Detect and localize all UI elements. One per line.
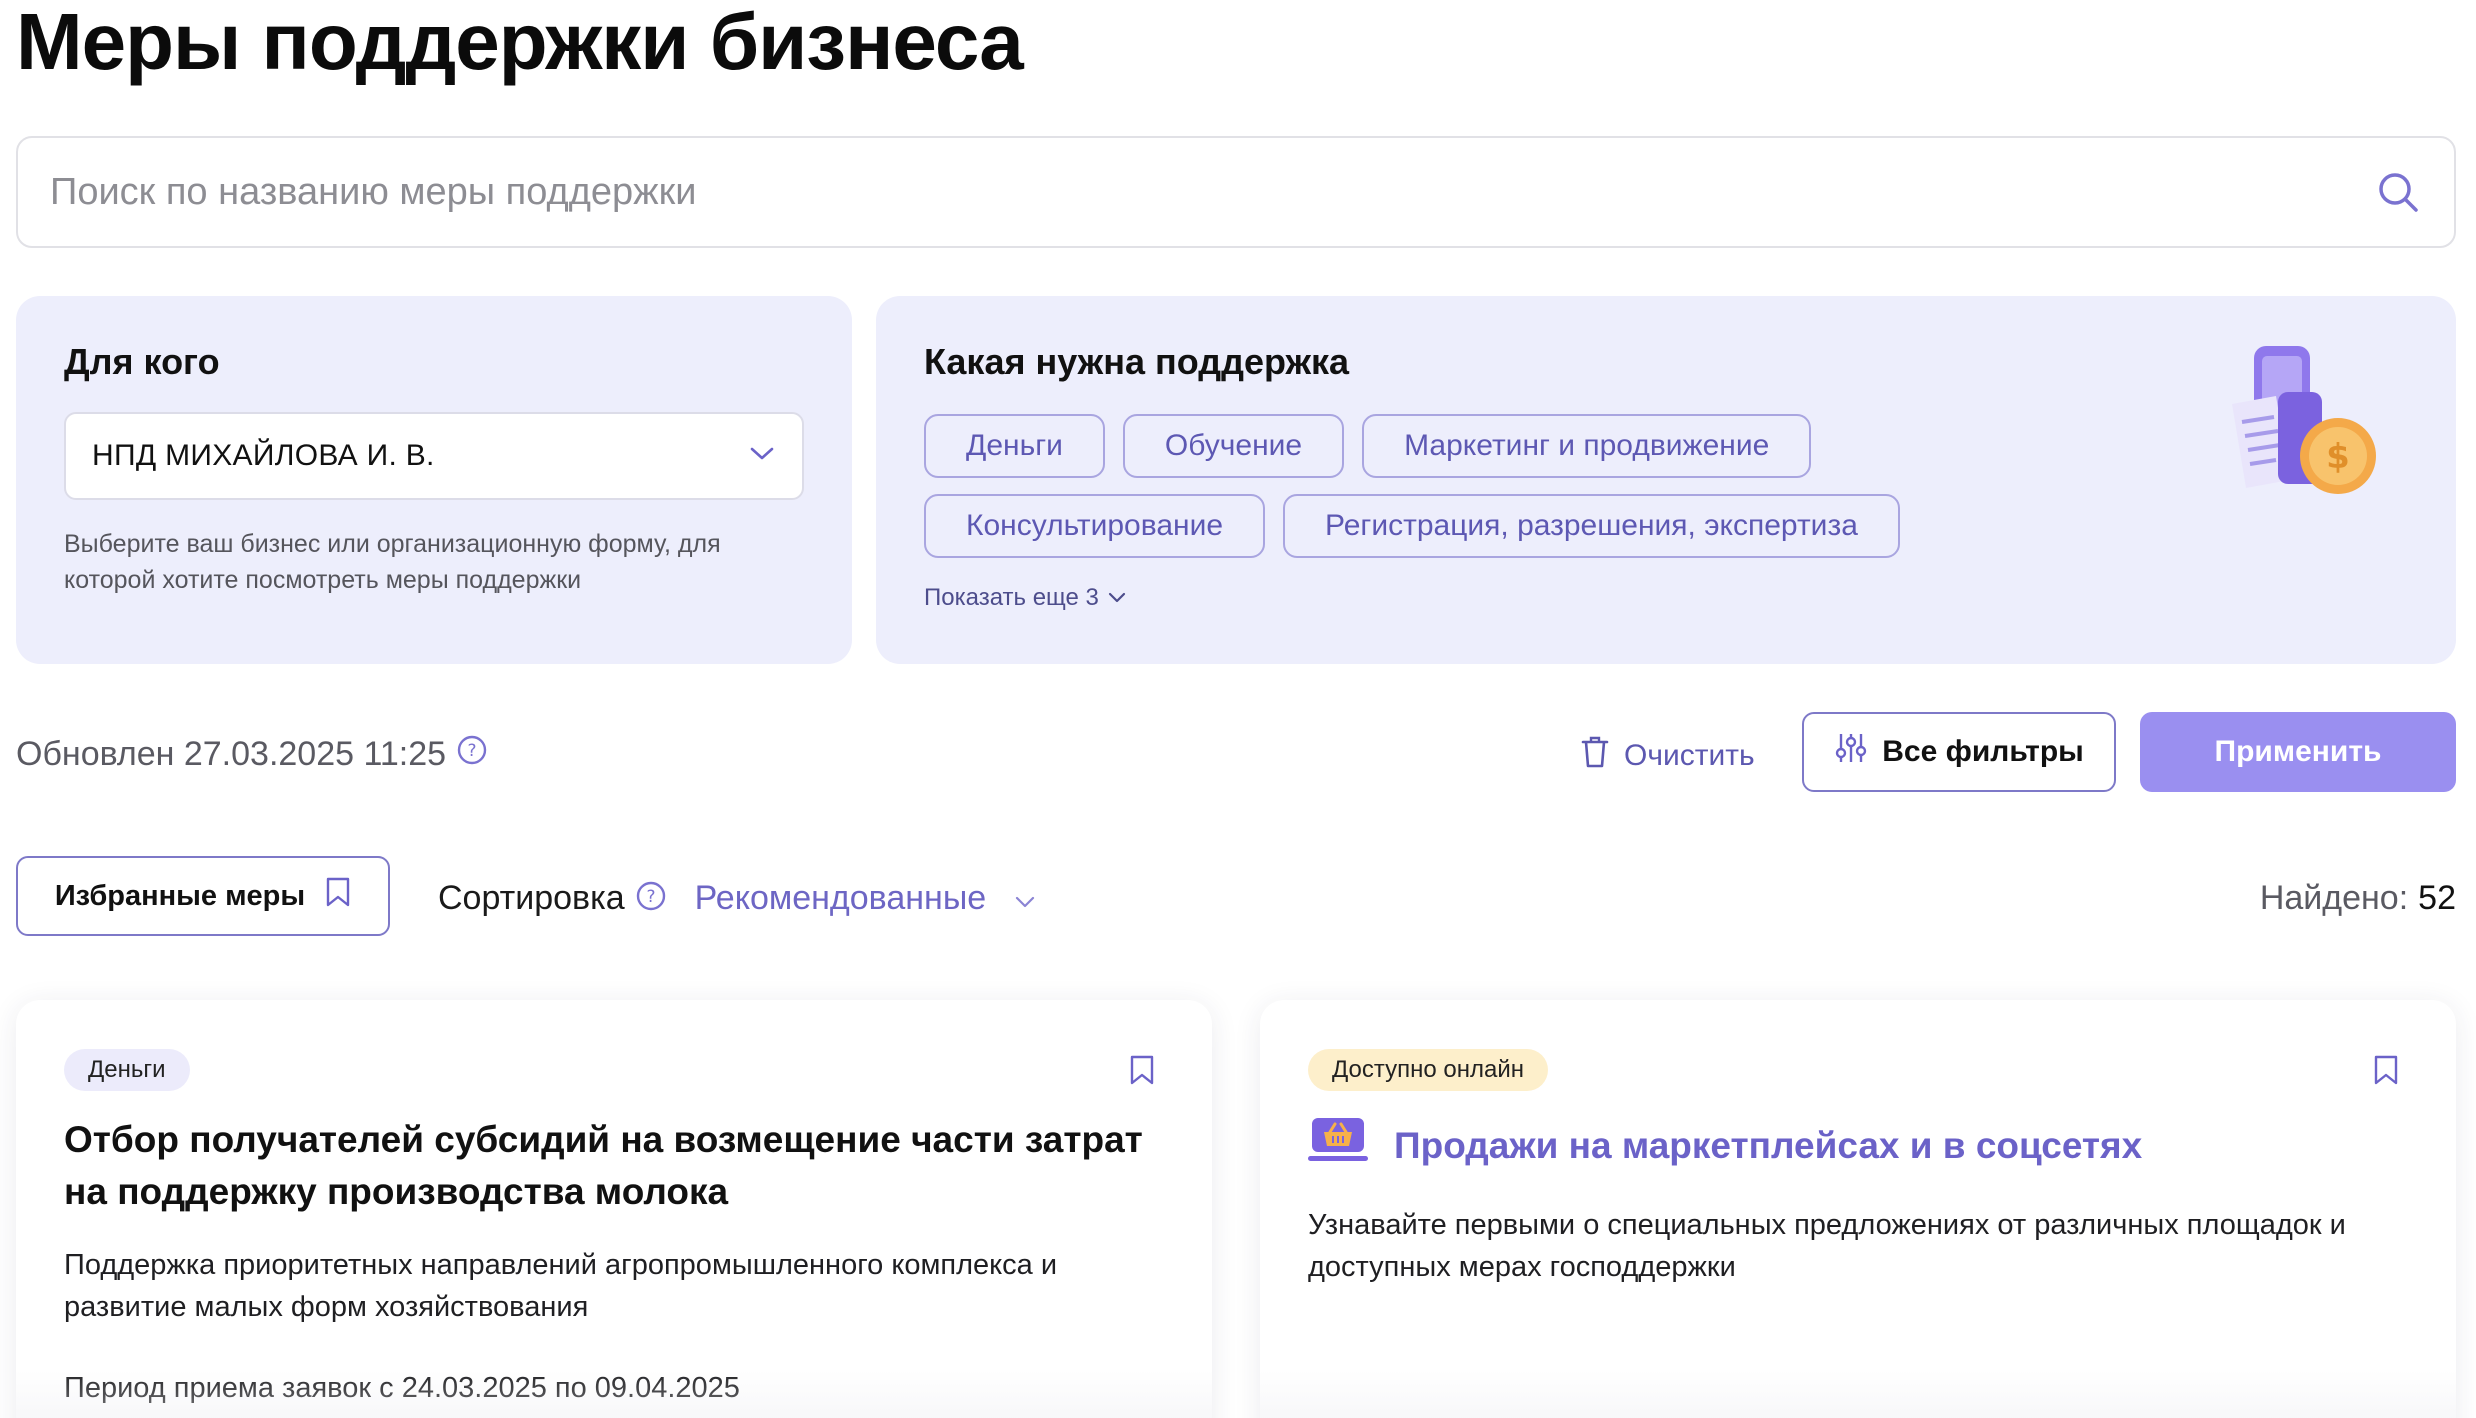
support-card[interactable]: Деньги Отбор получателей субсидий на воз… (16, 1000, 1212, 1418)
updated-timestamp: Обновлен 27.03.2025 11:25 ? (16, 734, 488, 775)
business-select[interactable]: НПД МИХАЙЛОВА И. В. (64, 412, 804, 500)
chip-education[interactable]: Обучение (1122, 414, 1345, 478)
support-card[interactable]: Доступно онлайн Продажи на маркетплейсах… (1260, 1000, 2456, 1418)
updated-text: Обновлен 27.03.2025 11:25 (16, 735, 447, 773)
clear-label: Очистить (1624, 739, 1755, 772)
show-more-link[interactable]: Показать еще 3 (924, 584, 2408, 612)
favorites-label: Избранные меры (54, 879, 306, 912)
card-title: Продажи на маркетплейсах и в соцсетях (1394, 1125, 2143, 1166)
search-input[interactable] (50, 170, 2374, 214)
card-title-link[interactable]: Продажи на маркетплейсах и в соцсетях (1308, 1114, 2408, 1178)
svg-text:$: $ (2326, 437, 2350, 477)
support-panel: Какая нужна поддержка Деньги Обучение Ма… (876, 296, 2456, 664)
found-label: Найдено: (2259, 878, 2409, 917)
bookmark-icon[interactable] (1120, 1048, 1164, 1092)
card-description: Поддержка приоритетных направлений агроп… (64, 1249, 1058, 1323)
card-title[interactable]: Отбор получателей субсидий на возмещение… (64, 1114, 1164, 1218)
results-count: Найдено: 52 (2260, 872, 2456, 924)
business-select-value: НПД МИХАЙЛОВА И. В. (92, 439, 435, 472)
search-icon[interactable] (2374, 168, 2422, 216)
clear-button[interactable]: Очистить (1580, 730, 1755, 782)
bookmark-icon (325, 876, 351, 916)
all-filters-label: Все фильтры (1882, 735, 2084, 768)
bookmark-icon[interactable] (2364, 1048, 2408, 1092)
who-panel-hint: Выберите ваш бизнес или организационную … (64, 530, 721, 594)
chevron-down-icon (1014, 879, 1036, 918)
sort-value: Рекомендованные (694, 878, 987, 917)
card-fade (1260, 1370, 2456, 1418)
payment-illustration: $ (2212, 340, 2392, 510)
who-panel-heading: Для кого (64, 341, 220, 382)
found-count: 52 (2418, 878, 2456, 917)
who-panel: Для кого НПД МИХАЙЛОВА И. В. Выберите ва… (16, 296, 852, 664)
favorites-button[interactable]: Избранные меры (16, 856, 390, 936)
chip-money[interactable]: Деньги (924, 414, 1105, 478)
chip-registration[interactable]: Регистрация, разрешения, экспертиза (1283, 494, 1900, 558)
category-tag: Деньги (64, 1049, 190, 1091)
card-period: Период приема заявок с 24.03.2025 по 09.… (64, 1372, 740, 1404)
card-description: Узнавайте первыми о специальных предложе… (1308, 1209, 2346, 1283)
chip-marketing[interactable]: Маркетинг и продвижение (1362, 414, 1812, 478)
all-filters-button[interactable]: Все фильтры (1802, 712, 2116, 792)
show-more-label: Показать еще 3 (924, 584, 1099, 611)
chevron-down-icon (748, 445, 776, 468)
sort-label: Сортировка (438, 878, 625, 917)
help-icon[interactable]: ? (635, 880, 667, 917)
filter-sliders-icon (1834, 731, 1868, 773)
sort-control: Сортировка ? Рекомендованные (438, 872, 1036, 924)
apply-button[interactable]: Применить (2140, 712, 2456, 792)
svg-text:?: ? (646, 887, 655, 907)
search-box[interactable] (16, 136, 2456, 248)
trash-icon (1580, 735, 1610, 777)
page-title: Меры поддержки бизнеса (16, 0, 1024, 86)
support-chips: Деньги Обучение Маркетинг и продвижение … (924, 414, 2004, 558)
support-panel-heading: Какая нужна поддержка (924, 341, 1350, 382)
help-icon[interactable]: ? (456, 734, 488, 775)
svg-text:?: ? (468, 741, 477, 761)
sort-dropdown[interactable]: Рекомендованные (695, 879, 1037, 918)
chevron-down-icon (1107, 584, 1127, 612)
chip-consulting[interactable]: Консультирование (924, 494, 1266, 558)
marketplace-basket-icon (1308, 1114, 1368, 1178)
online-tag: Доступно онлайн (1308, 1049, 1549, 1091)
